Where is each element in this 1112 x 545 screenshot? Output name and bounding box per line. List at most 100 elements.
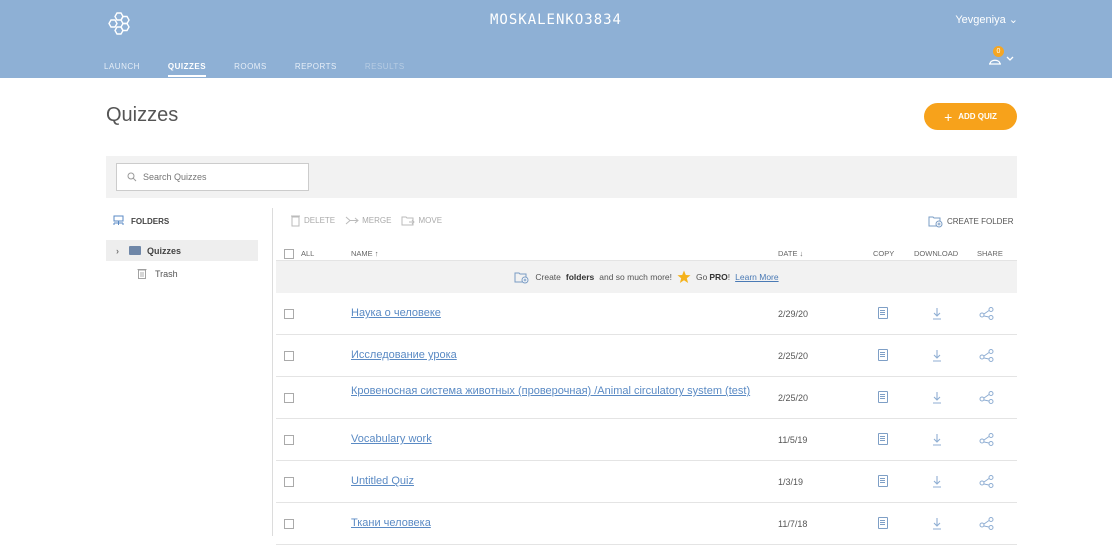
promo-banner: Create folders and so much more! Go PRO!… <box>276 261 1017 293</box>
copy-icon[interactable] <box>878 433 888 445</box>
move-button[interactable]: MOVE <box>401 214 442 227</box>
delete-button[interactable]: DELETE <box>290 214 335 227</box>
quiz-name-link[interactable]: Untitled Quiz <box>351 475 761 488</box>
nav-reports[interactable]: REPORTS <box>295 62 337 77</box>
add-quiz-button[interactable]: + ADD QUIZ <box>924 103 1017 130</box>
sidebar-item-label: Quizzes <box>147 245 182 256</box>
quiz-date: 1/3/19 <box>778 477 804 487</box>
table-row: Наука о человеке 2/29/20 <box>276 293 1017 335</box>
quiz-name-link[interactable]: Vocabulary work <box>351 433 761 446</box>
bell-icon <box>989 59 1001 65</box>
promo-pro: PRO <box>709 272 728 282</box>
header-all: ALL <box>301 249 315 258</box>
promo-text: and so much more! <box>599 272 672 282</box>
row-checkbox[interactable] <box>284 351 294 361</box>
quiz-name-link[interactable]: Кровеносная система животных (проверочна… <box>351 385 761 398</box>
promo-text: Go <box>696 272 708 282</box>
share-icon[interactable] <box>979 348 995 362</box>
merge-button[interactable]: MERGE <box>345 214 391 227</box>
row-checkbox[interactable] <box>284 393 294 403</box>
plus-icon: + <box>944 108 953 125</box>
copy-icon[interactable] <box>878 517 888 529</box>
table-row: Исследование урока 2/25/20 <box>276 335 1017 377</box>
sidebar-divider <box>272 208 273 536</box>
table-row: Vocabulary work 11/5/19 <box>276 419 1017 461</box>
quiz-name-link[interactable]: Ткани человека <box>351 517 761 530</box>
quiz-date: 2/25/20 <box>778 351 809 361</box>
move-label: MOVE <box>418 216 443 225</box>
folders-label: FOLDERS <box>131 216 170 226</box>
create-folder-label: CREATE FOLDER <box>947 217 1014 226</box>
quiz-name-link[interactable]: Исследование урока <box>351 349 761 362</box>
chevron-right-icon[interactable]: › <box>116 246 119 256</box>
user-name: Yevgeniya <box>955 14 1006 26</box>
sidebar-item-quizzes[interactable]: › Quizzes <box>106 240 258 261</box>
folders-header: FOLDERS <box>112 215 169 227</box>
search-box[interactable] <box>116 163 309 191</box>
table-row: Кровеносная система животных (проверочна… <box>276 377 1017 419</box>
promo-text: Create <box>535 272 561 282</box>
row-checkbox[interactable] <box>284 519 294 529</box>
copy-icon[interactable] <box>878 307 888 319</box>
download-icon[interactable] <box>932 391 942 404</box>
download-icon[interactable] <box>932 433 942 446</box>
trash-icon <box>291 215 300 227</box>
chevron-down-icon <box>1006 56 1014 61</box>
main-nav: LAUNCH QUIZZES ROOMS REPORTS RESULTS <box>104 62 433 77</box>
quiz-date: 11/5/19 <box>778 435 808 445</box>
row-checkbox[interactable] <box>284 309 294 319</box>
sidebar-item-label: Trash <box>155 268 178 279</box>
user-menu[interactable]: Yevgeniya ⌄ <box>955 13 1018 26</box>
copy-icon[interactable] <box>878 475 888 487</box>
download-icon[interactable] <box>932 307 942 320</box>
copy-icon[interactable] <box>878 349 888 361</box>
row-checkbox[interactable] <box>284 435 294 445</box>
bulk-toolbar: DELETE MERGE MOVE <box>290 214 442 227</box>
add-folder-icon <box>514 272 529 283</box>
trash-icon <box>137 269 147 279</box>
promo-bold: folders <box>565 272 595 282</box>
delete-label: DELETE <box>304 216 336 225</box>
move-folder-icon <box>401 216 416 226</box>
share-icon[interactable] <box>979 306 995 320</box>
download-icon[interactable] <box>932 517 942 530</box>
share-icon[interactable] <box>979 432 995 446</box>
share-icon[interactable] <box>979 516 995 530</box>
add-quiz-label: ADD QUIZ <box>958 112 997 121</box>
header-copy: COPY <box>873 249 895 258</box>
copy-icon[interactable] <box>878 391 888 403</box>
nav-rooms[interactable]: ROOMS <box>234 62 267 77</box>
nav-quizzes[interactable]: QUIZZES <box>167 62 207 77</box>
star-icon <box>677 270 691 283</box>
download-icon[interactable] <box>932 475 942 488</box>
room-name: MOSKALENKO3834 <box>489 12 622 28</box>
search-bar <box>106 156 1017 198</box>
row-checkbox[interactable] <box>284 477 294 487</box>
share-icon[interactable] <box>979 474 995 488</box>
quiz-date: 2/25/20 <box>778 393 809 403</box>
folder-tree-icon <box>113 215 124 225</box>
select-all-checkbox[interactable] <box>284 249 294 259</box>
download-icon[interactable] <box>932 349 942 362</box>
top-header: MOSKALENKO3834 Yevgeniya ⌄ LAUNCH QUIZZE… <box>0 0 1112 78</box>
share-icon[interactable] <box>979 390 995 404</box>
header-date[interactable]: DATE ↓ <box>778 249 803 258</box>
header-download: DOWNLOAD <box>914 249 959 258</box>
folder-icon <box>129 246 141 255</box>
quiz-name-link[interactable]: Наука о человеке <box>351 307 761 320</box>
create-folder-button[interactable]: CREATE FOLDER <box>928 215 1014 228</box>
notifications-menu[interactable]: 0 <box>986 46 1016 70</box>
chevron-down-icon: ⌄ <box>1008 14 1018 26</box>
nav-results[interactable]: RESULTS <box>365 62 405 77</box>
table-row: Untitled Quiz 1/3/19 <box>276 461 1017 503</box>
header-share: SHARE <box>977 249 1003 258</box>
table-row: Ткани человека 11/7/18 <box>276 503 1017 545</box>
quiz-date: 11/7/18 <box>778 519 808 529</box>
nav-launch[interactable]: LAUNCH <box>104 62 140 77</box>
header-name[interactable]: NAME ↑ <box>351 249 379 258</box>
search-input[interactable] <box>143 172 293 182</box>
search-icon <box>127 172 137 182</box>
sidebar-item-trash[interactable]: Trash <box>137 268 178 279</box>
learn-more-link[interactable]: Learn More <box>735 272 778 282</box>
promo-exclaim: ! <box>727 272 731 282</box>
